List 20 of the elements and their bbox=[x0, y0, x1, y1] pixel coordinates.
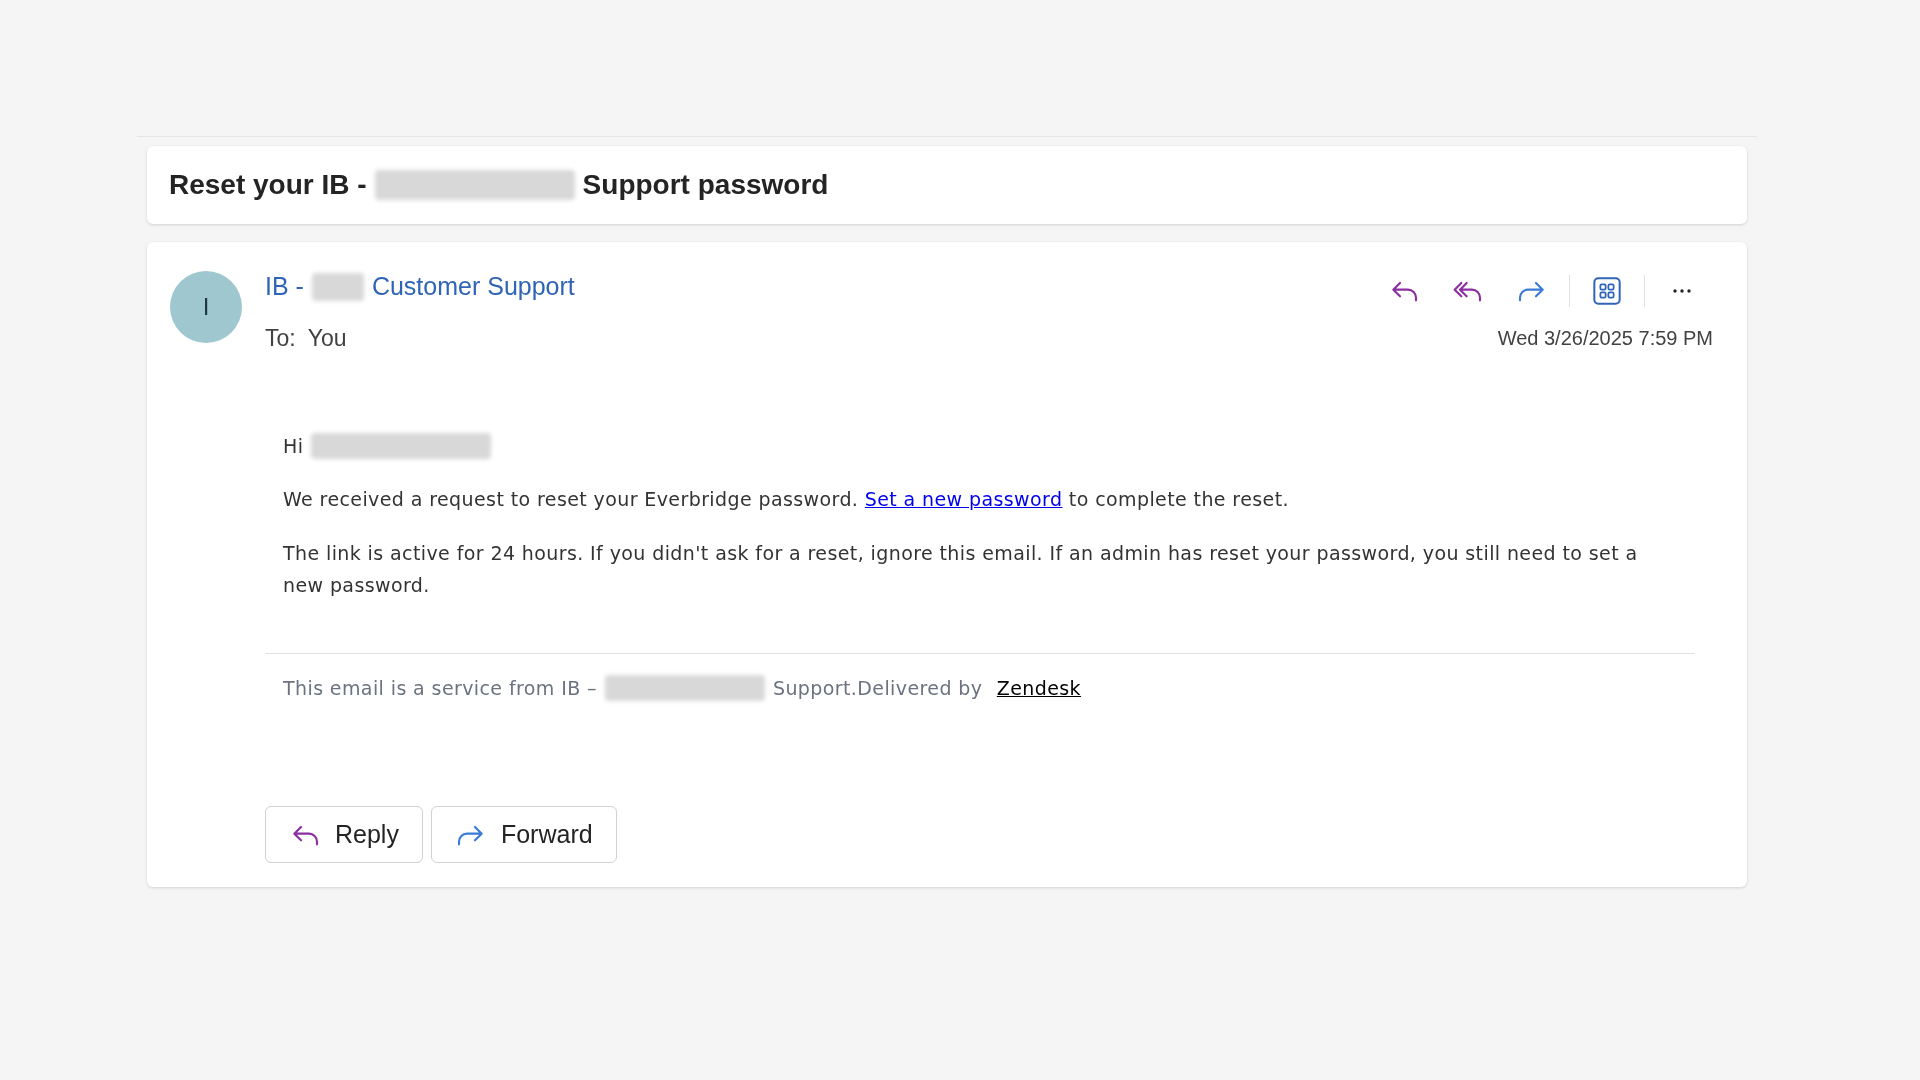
more-icon bbox=[1670, 288, 1694, 294]
body-paragraph: We received a request to reset your Everbridge password. Set a new password to complete the reset. bbox=[283, 486, 1290, 512]
footer-text: This email is a service from IB – bbox=[283, 675, 597, 701]
date: Wed 3/26/2025 7:59 PM bbox=[1497, 326, 1713, 352]
avatar: I bbox=[170, 271, 242, 343]
forward-button[interactable]: Forward bbox=[430, 806, 617, 863]
grid-icon bbox=[1591, 275, 1623, 307]
greeting-text: Hi bbox=[283, 433, 304, 459]
sender-name: IB - bbox=[265, 271, 304, 303]
body-paragraph: The link is active for 24 hours. If you didn't ask for a reset, ignore this email. If an admin has reset your password, you still need to set a new password. bbox=[283, 540, 1639, 598]
subject-text: Support password bbox=[582, 168, 829, 202]
subject-text: Reset your IB - bbox=[169, 168, 367, 202]
zendesk-link[interactable]: Zendesk bbox=[996, 673, 1082, 702]
to-label: To: bbox=[265, 324, 296, 353]
footer-text: Support.Delivered by bbox=[772, 675, 984, 701]
sender-name: Customer Support bbox=[371, 271, 575, 303]
redaction-blur bbox=[311, 273, 364, 301]
recipient: You bbox=[307, 324, 347, 353]
set-password-link[interactable]: Set a new password bbox=[864, 487, 1063, 510]
reply-button[interactable]: Reply bbox=[265, 806, 423, 863]
